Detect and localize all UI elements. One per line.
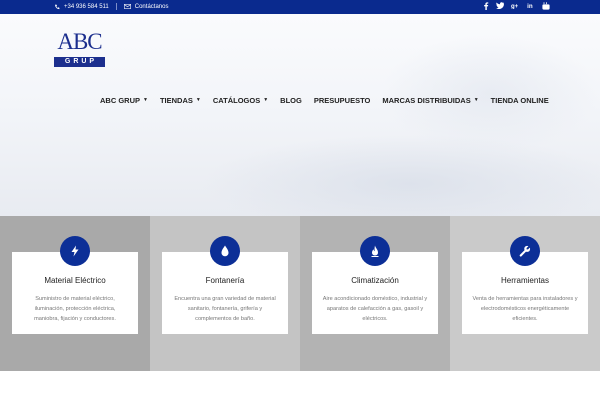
feature-description: Aire acondicionado doméstico, industrial… [322, 296, 428, 322]
nav-item-label: MARCAS DISTRIBUIDAS [382, 95, 471, 105]
chevron-down-icon: ▼ [473, 97, 479, 103]
contact-info: +34 936 584 511 Contáctanos [54, 3, 168, 10]
divider [115, 3, 117, 10]
feature-column-material-electrico: Material Eléctrico Suministro de material… [0, 216, 150, 371]
svg-text:in: in [527, 3, 533, 9]
nav-item-tienda-online[interactable]: TIENDA ONLINE [491, 96, 549, 105]
linkedin-icon[interactable]: in [527, 2, 535, 10]
feature-title: Fontanería [205, 276, 245, 285]
feature-column-climatizacion: Climatización Aire acondicionado doméstic… [300, 216, 450, 371]
nav-item-cat-logos[interactable]: CATÁLOGOS ▼ [213, 96, 268, 105]
nav-item-blog[interactable]: BLOG [280, 96, 302, 105]
logo-subtext: GRUP [54, 57, 105, 67]
feature-title: Climatización [351, 276, 399, 285]
feature-column-fontaneria: Fontanería Encuentra una gran variedad de… [150, 216, 300, 371]
top-bar: +34 936 584 511 Contáctanos g+ in [0, 0, 600, 14]
nav-item-tiendas[interactable]: TIENDAS ▼ [160, 96, 201, 105]
chevron-down-icon: ▼ [263, 97, 269, 103]
nav-item-label: ABC GRUP [100, 95, 141, 105]
chevron-down-icon: ▼ [143, 97, 148, 103]
logo-text: ABC [57, 29, 102, 54]
feature-title: Material Eléctrico [44, 276, 106, 285]
nav-item-marcas-distribuidas[interactable]: MARCAS DISTRIBUIDAS ▼ [382, 96, 478, 105]
wrench-icon[interactable] [510, 236, 540, 266]
mail-icon [123, 4, 131, 9]
chevron-down-icon: ▼ [195, 97, 201, 103]
facebook-icon[interactable] [483, 2, 489, 10]
nav-item-label: PRESUPUESTO [313, 95, 371, 105]
phone-number[interactable]: +34 936 584 511 [64, 4, 109, 10]
feature-description: Suministro de material eléctrico, ilumin… [34, 296, 116, 322]
contact-link[interactable]: Contáctanos [135, 4, 169, 10]
nav-item-label: TIENDAS [159, 95, 193, 105]
google-plus-icon[interactable]: g+ [511, 2, 520, 10]
nav-item-presupuesto[interactable]: PRESUPUESTO [314, 96, 371, 105]
page-bottom [0, 371, 600, 400]
youtube-icon[interactable] [542, 2, 550, 10]
hero-shade [380, 34, 600, 154]
nav-item-label: TIENDA ONLINE [490, 95, 549, 105]
feature-description: Venta de herramientas para instaladores … [472, 296, 578, 322]
feature-description: Encuentra una gran variedad de material … [174, 296, 276, 322]
flame-icon[interactable] [360, 236, 390, 266]
nav-item-label: CATÁLOGOS [212, 95, 261, 105]
phone-icon [54, 4, 60, 10]
twitter-icon[interactable] [496, 2, 504, 10]
abc-grup-logo[interactable]: ABC GRUP [54, 30, 105, 68]
social-links: g+ in [483, 2, 550, 10]
nav-item-label: BLOG [280, 95, 302, 105]
feature-column-herramientas: Herramientas Venta de herramientas para i… [450, 216, 600, 371]
bolt-icon[interactable] [60, 236, 90, 266]
svg-text:g+: g+ [511, 4, 519, 9]
nav-item-abc-grup[interactable]: ABC GRUP ▼ [100, 96, 148, 105]
feature-title: Herramientas [500, 276, 549, 285]
water-drop-icon[interactable] [210, 236, 240, 266]
main-nav: ABC GRUP ▼ TIENDAS ▼ CATÁLOGOS ▼ BLOG PRESUPUES… [100, 95, 549, 105]
features-section: Material Eléctrico Suministro de material… [0, 216, 600, 371]
